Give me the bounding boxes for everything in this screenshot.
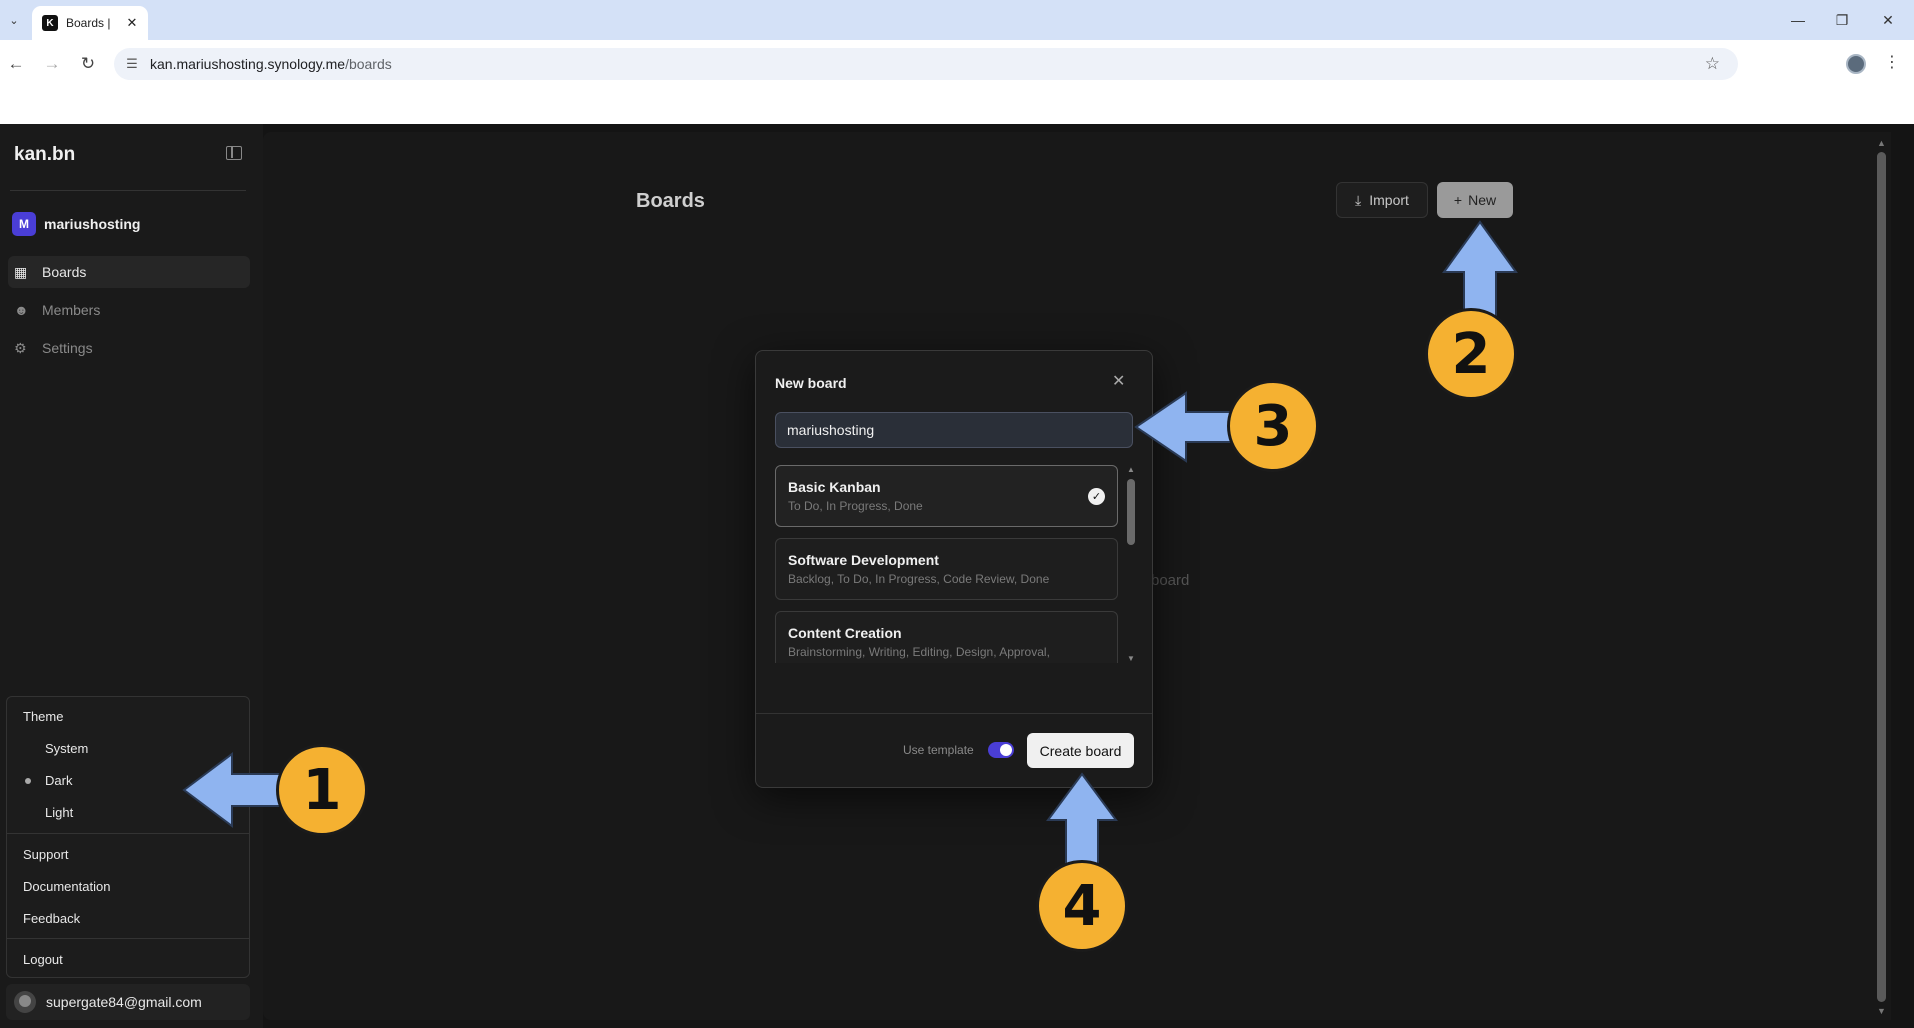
annotation-callout-4: 4 [1036, 860, 1128, 952]
use-template-toggle[interactable] [988, 742, 1014, 758]
kan-favicon-icon: K [42, 15, 58, 31]
scroll-thumb[interactable] [1877, 152, 1886, 1002]
new-board-dialog: New board ✕ Basic Kanban To Do, In Progr… [755, 350, 1153, 788]
create-board-button[interactable]: Create board [1027, 733, 1134, 768]
template-option-content-creation[interactable]: Content Creation Brainstorming, Writing,… [775, 611, 1118, 663]
template-list: Basic Kanban To Do, In Progress, Done ✓ … [775, 465, 1118, 663]
board-name-input[interactable] [775, 412, 1133, 448]
browser-tab-bar: ⌄ K Boards | ✕ — ❐ ✕ [0, 0, 1914, 40]
annotation-callout-3: 3 [1227, 380, 1319, 472]
workspace-switcher[interactable]: M mariushosting [12, 212, 140, 236]
sidebar-item-members[interactable]: ☻ Members [8, 294, 250, 326]
workspace-name: mariushosting [44, 216, 141, 232]
sidebar-divider [10, 190, 246, 191]
tab-search-chevron-icon[interactable]: ⌄ [4, 10, 24, 30]
template-name: Basic Kanban [788, 479, 881, 495]
user-email: supergate84@gmail.com [46, 994, 202, 1010]
new-label: New [1468, 192, 1497, 208]
import-label: Import [1369, 192, 1409, 208]
forward-icon[interactable]: → [38, 50, 66, 78]
template-description: To Do, In Progress, Done [788, 499, 923, 513]
template-name: Software Development [788, 552, 939, 568]
reload-icon[interactable]: ↻ [74, 50, 102, 78]
template-option-basic-kanban[interactable]: Basic Kanban To Do, In Progress, Done ✓ [775, 465, 1118, 527]
download-icon: ⤓ [1355, 191, 1362, 208]
members-icon: ☻ [14, 302, 29, 318]
use-template-label: Use template [903, 743, 974, 757]
user-account-button[interactable]: supergate84@gmail.com [6, 984, 250, 1020]
scroll-down-icon[interactable]: ▼ [1127, 654, 1135, 663]
gear-icon: ⚙ [14, 339, 27, 356]
address-bar[interactable]: ☰ kan.mariushosting.synology.me/boards ☆ [114, 48, 1738, 80]
menu-item-feedback[interactable]: Feedback [23, 911, 80, 926]
check-icon: ✓ [1088, 488, 1105, 505]
sidebar-item-label: Boards [42, 264, 87, 280]
template-description: Brainstorming, Writing, Editing, Design,… [788, 645, 1050, 659]
sidebar-item-boards[interactable]: ▦ Boards [8, 256, 250, 288]
boards-grid-icon: ▦ [14, 263, 28, 280]
dialog-title: New board [775, 375, 847, 391]
bookmark-star-icon[interactable]: ☆ [1705, 54, 1720, 74]
page-scrollbar[interactable]: ▲ ▼ [1871, 132, 1891, 1020]
menu-divider [7, 833, 249, 834]
window-close-icon[interactable]: ✕ [1868, 8, 1908, 32]
user-menu-dropdown: Theme System Dark Light Support Document… [6, 696, 250, 978]
menu-item-documentation[interactable]: Documentation [23, 879, 110, 894]
sidebar-item-label: Members [42, 302, 101, 318]
template-description: Backlog, To Do, In Progress, Code Review… [788, 572, 1050, 586]
close-icon[interactable]: ✕ [1112, 371, 1125, 391]
empty-state-text: board [1151, 572, 1190, 589]
tab-title: Boards | [66, 16, 111, 30]
import-button[interactable]: ⤓ Import [1336, 182, 1428, 218]
theme-option-light[interactable]: Light [45, 805, 73, 820]
sidebar-item-label: Settings [42, 340, 93, 356]
menu-item-support[interactable]: Support [23, 847, 69, 862]
selected-dot-icon [25, 778, 31, 784]
template-name: Content Creation [788, 625, 902, 641]
app-logo: kan.bn [14, 144, 76, 165]
back-icon[interactable]: ← [2, 50, 30, 78]
theme-option-dark[interactable]: Dark [45, 773, 72, 788]
workspace-avatar: M [12, 212, 36, 236]
minimize-icon[interactable]: — [1778, 8, 1818, 32]
sidebar: kan.bn M mariushosting ▦ Boards ☻ Member… [0, 124, 263, 1028]
site-info-icon[interactable]: ☰ [114, 56, 150, 72]
page-title: Boards [636, 190, 705, 212]
restore-icon[interactable]: ❐ [1822, 8, 1862, 32]
new-board-button[interactable]: + New [1437, 182, 1513, 218]
profile-avatar[interactable] [1846, 54, 1866, 74]
browser-toolbar: ← → ↻ ☰ kan.mariushosting.synology.me/bo… [0, 40, 1914, 124]
theme-heading: Theme [23, 709, 64, 724]
url-path: /boards [345, 56, 392, 72]
annotation-callout-2: 2 [1425, 308, 1517, 400]
template-list-scrollbar[interactable]: ▲ ▼ [1125, 465, 1137, 663]
scroll-up-icon[interactable]: ▲ [1127, 465, 1135, 474]
menu-divider [7, 938, 249, 939]
annotation-callout-1: 1 [276, 744, 368, 836]
browser-menu-icon[interactable]: ⋮ [1884, 52, 1900, 72]
url-host: kan.mariushosting.synology.me [150, 56, 346, 72]
plus-icon: + [1453, 192, 1463, 208]
sidebar-item-settings[interactable]: ⚙ Settings [8, 332, 250, 364]
scroll-up-icon[interactable]: ▲ [1877, 138, 1886, 148]
browser-tab[interactable]: K Boards | ✕ [32, 6, 148, 40]
user-avatar [14, 991, 36, 1013]
scroll-down-icon[interactable]: ▼ [1877, 1006, 1886, 1016]
tab-close-icon[interactable]: ✕ [122, 15, 142, 31]
template-option-software-development[interactable]: Software Development Backlog, To Do, In … [775, 538, 1118, 600]
dialog-divider [756, 713, 1152, 714]
menu-item-logout[interactable]: Logout [23, 952, 63, 967]
theme-option-system[interactable]: System [45, 741, 88, 756]
sidebar-collapse-icon[interactable] [226, 146, 242, 160]
scroll-thumb[interactable] [1127, 479, 1135, 545]
